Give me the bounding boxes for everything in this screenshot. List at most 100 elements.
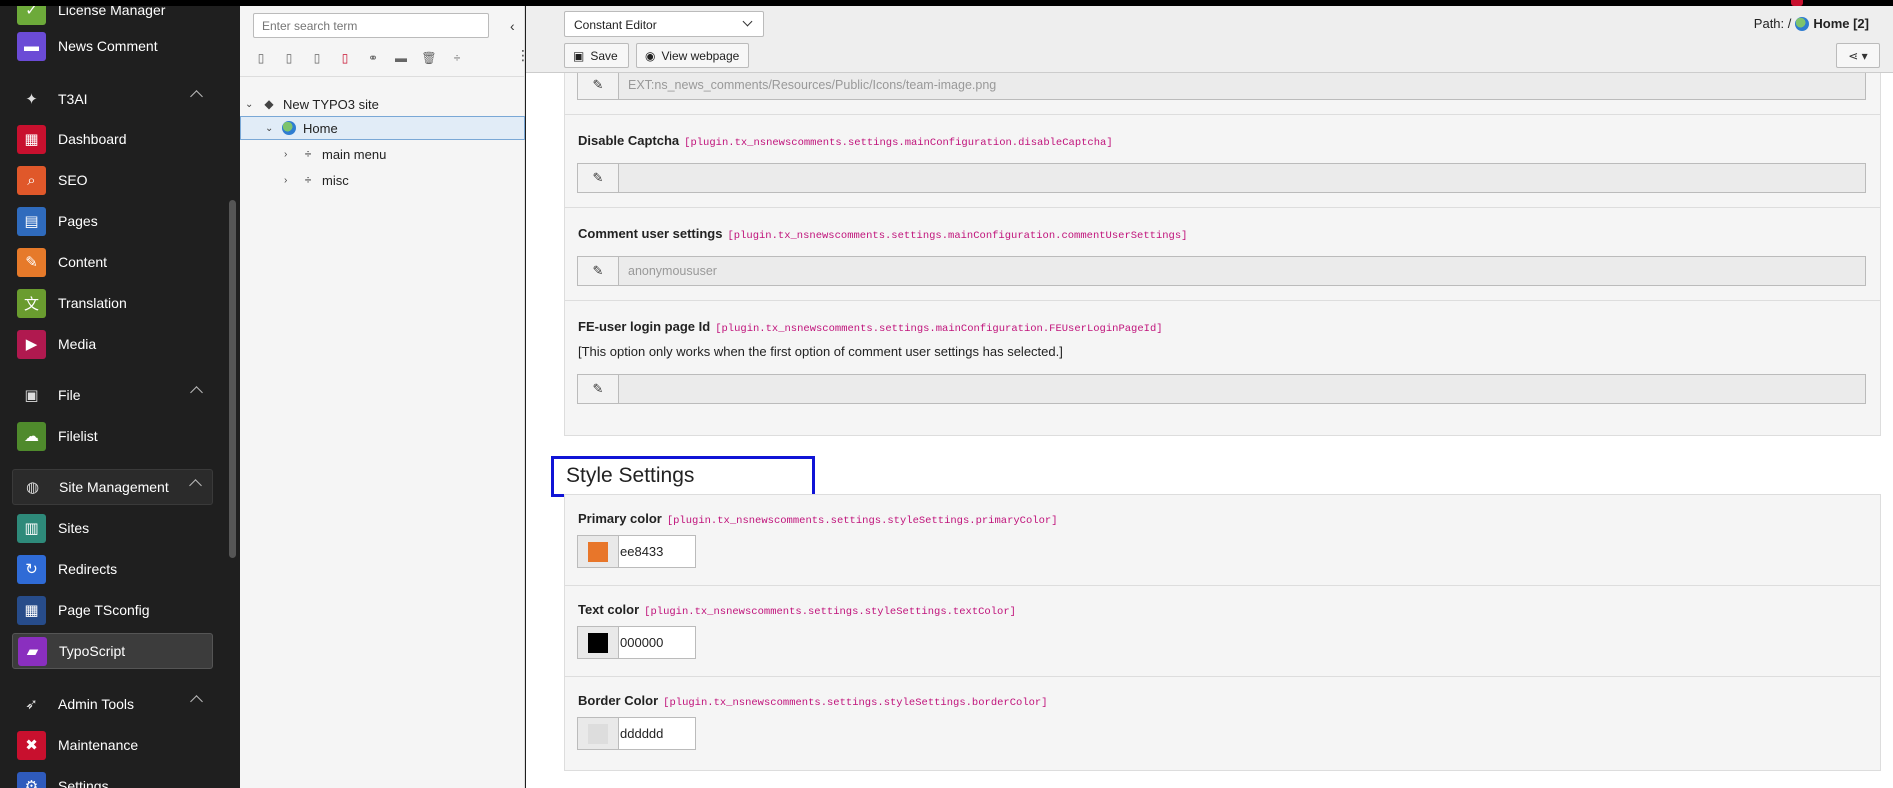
save-button[interactable]: ▣ Save (564, 43, 629, 68)
typoscript-icon: ▰ (18, 636, 47, 666)
new-page-icon[interactable]: ▯ (253, 50, 269, 66)
color-input[interactable]: dddddd (577, 717, 696, 750)
tree-toolbar: ▯ ▯ ▯ ▯ ⚭ ▬ 🗑 ÷ ⋮ (253, 47, 530, 69)
chevron-down-icon[interactable]: ⌄ (265, 123, 275, 134)
module-translation[interactable]: 文 Translation (12, 285, 213, 321)
typo3-logo-icon: ◆ (264, 97, 274, 111)
media-icon: ▶ (17, 329, 46, 359)
constant-field: ✎ (577, 374, 1866, 404)
chevron-down-icon (742, 16, 753, 27)
tree-node-home[interactable]: ⌄ Home (240, 116, 525, 140)
group-label: T3AI (58, 91, 88, 107)
module-label: Dashboard (58, 131, 127, 147)
function-select[interactable]: Constant Editor (564, 11, 764, 37)
chevron-right-icon[interactable]: › (284, 149, 294, 160)
label-text: Disable Captcha (578, 133, 680, 148)
tree-node-label: misc (322, 172, 349, 188)
sites-icon: ▥ (17, 513, 46, 543)
doc-header: Constant Editor ▣ Save ◉ View webpage Pa… (526, 6, 1893, 73)
constant-key: [plugin.tx_nsnewscomments.settings.style… (644, 606, 1016, 618)
tree-node-misc[interactable]: › ÷ misc (284, 168, 349, 192)
module-redirects[interactable]: ↻ Redirects (12, 551, 213, 587)
tree-node-label: Home (303, 120, 338, 136)
edit-pencil-icon[interactable]: ✎ (578, 257, 619, 285)
chevron-down-icon[interactable]: ⌄ (245, 99, 255, 110)
tree-node-root[interactable]: ⌄ ◆ New TYPO3 site (245, 92, 379, 116)
view-label: View webpage (661, 48, 740, 63)
share-button[interactable]: ⋖ ▾ (1836, 43, 1880, 68)
label-text: FE-user login page Id (578, 319, 711, 334)
sparkle-icon: ✦ (25, 91, 38, 108)
color-swatch (588, 632, 608, 653)
color-input[interactable]: 000000 (577, 626, 696, 659)
module-dashboard[interactable]: ▦ Dashboard (12, 121, 213, 157)
color-value: ee8433 (620, 544, 664, 559)
new-page-shortcut-icon[interactable]: ▯ (309, 50, 325, 66)
tree-node-main-menu[interactable]: › ÷ main menu (284, 142, 386, 166)
color-picker-button[interactable] (578, 536, 619, 567)
image-icon: ▣ (24, 387, 39, 404)
new-page-backend-icon[interactable]: ▯ (281, 50, 297, 66)
module-label: Pages (58, 213, 98, 229)
label-text: Border Color (578, 693, 659, 708)
divider (240, 76, 525, 77)
edit-pencil-icon[interactable]: ✎ (578, 73, 619, 99)
folder-icon[interactable]: ▬ (393, 50, 409, 66)
module-seo[interactable]: ⌕ SEO (12, 162, 213, 198)
module-menu: ✓ License Manager ▬ News Comment ✦ T3AI … (0, 6, 225, 788)
chevron-right-icon[interactable]: › (284, 175, 294, 186)
tree-search-input[interactable] (253, 13, 489, 38)
constant-row-primary-color: Primary color [plugin.tx_nsnewscomments.s… (565, 495, 1880, 586)
constant-label: FE-user login page Id [plugin.tx_nsnewsco… (578, 319, 1163, 335)
module-news-comment[interactable]: ▬ News Comment (12, 28, 213, 64)
constant-field: ✎ anonymoususer (577, 256, 1866, 286)
tree-node-label: main menu (322, 146, 387, 162)
view-webpage-button[interactable]: ◉ View webpage (636, 43, 749, 68)
more-icon[interactable]: ⋮ (516, 47, 530, 64)
module-menu-scrollbar-thumb[interactable] (229, 200, 236, 558)
collapse-tree-icon[interactable]: ‹ (510, 18, 520, 34)
chevron-up-icon (190, 695, 203, 708)
edit-pencil-icon[interactable]: ✎ (578, 164, 619, 192)
module-label: News Comment (58, 38, 158, 54)
module-content[interactable]: ✎ Content (12, 244, 213, 280)
constant-key: [plugin.tx_nsnewscomments.settings.style… (666, 515, 1058, 527)
filelist-icon: ☁ (17, 421, 46, 451)
link-icon[interactable]: ⚭ (365, 50, 381, 66)
group-admin-tools[interactable]: ➶ Admin Tools (12, 686, 213, 722)
group-label: Site Management (59, 479, 169, 495)
save-icon: ▣ (573, 48, 585, 63)
new-page-link-icon[interactable]: ▯ (337, 50, 353, 66)
module-media[interactable]: ▶ Media (12, 326, 213, 362)
view-icon: ◉ (645, 48, 656, 63)
module-maintenance[interactable]: ✖ Maintenance (12, 727, 213, 763)
globe-icon (281, 120, 297, 136)
module-license-manager[interactable]: ✓ License Manager (12, 6, 213, 28)
tree-node-label: New TYPO3 site (283, 96, 379, 112)
module-filelist[interactable]: ☁ Filelist (12, 418, 213, 454)
module-sites[interactable]: ▥ Sites (12, 510, 213, 546)
constant-editor-body: ✎ EXT:ns_news_comments/Resources/Public/… (526, 73, 1893, 788)
share-icon: ⋖ ▾ (1848, 48, 1868, 63)
module-page-tsconfig[interactable]: ▦ Page TSconfig (12, 592, 213, 628)
color-picker-button[interactable] (578, 627, 619, 658)
group-file[interactable]: ▣ File (12, 377, 213, 413)
constant-row-text-color: Text color [plugin.tx_nsnewscomments.sett… (565, 586, 1880, 677)
divider-icon[interactable]: ÷ (449, 50, 465, 66)
group-site-management[interactable]: ◍ Site Management (12, 469, 213, 505)
pages-icon: ▤ (17, 206, 46, 236)
module-label: Content (58, 254, 108, 270)
group-t3ai[interactable]: ✦ T3AI (12, 81, 213, 117)
constant-label: Primary color [plugin.tx_nsnewscomments.s… (578, 511, 1058, 527)
recycler-icon[interactable]: 🗑 (421, 50, 437, 66)
page-tree-panel: ‹ ▯ ▯ ▯ ▯ ⚭ ▬ 🗑 ÷ ⋮ ⌄ ◆ New TYPO3 site ⌄… (240, 6, 530, 788)
color-input[interactable]: ee8433 (577, 535, 696, 568)
edit-pencil-icon[interactable]: ✎ (578, 375, 619, 403)
module-typoscript[interactable]: ▰ TypoScript (12, 633, 213, 669)
constant-label: Disable Captcha [plugin.tx_nsnewscomments… (578, 133, 1113, 149)
module-pages[interactable]: ▤ Pages (12, 203, 213, 239)
rocket-icon: ➶ (25, 696, 38, 713)
color-picker-button[interactable] (578, 718, 619, 749)
module-settings[interactable]: ⚙ Settings (12, 768, 213, 788)
module-label: Settings (58, 778, 109, 788)
